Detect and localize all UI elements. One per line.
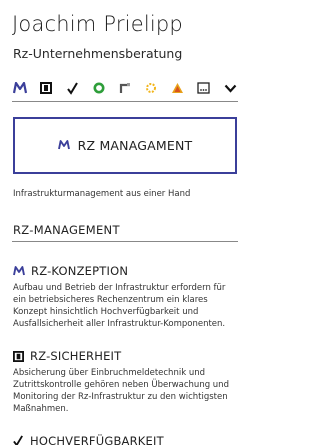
- check-icon: [13, 435, 24, 445]
- item-title: RZ-SICHERHEIT: [30, 349, 122, 363]
- tagline: Infrastrukturmanagement aus einer Hand: [13, 189, 191, 199]
- list-item: RZ-KONZEPTION Aufbau und Betrieb der Inf…: [13, 264, 241, 330]
- header-divider: [12, 101, 238, 102]
- check-icon[interactable]: [65, 80, 81, 96]
- corner-icon[interactable]: [117, 80, 133, 96]
- item-description: Absicherung über Einbruchmeldetechnik un…: [13, 368, 229, 414]
- icon-nav-bar: [12, 78, 238, 98]
- ring-icon[interactable]: [91, 80, 107, 96]
- m-logo-icon[interactable]: [12, 80, 28, 96]
- sun-icon[interactable]: [143, 80, 159, 96]
- m-logo-icon: [57, 137, 70, 155]
- list-item: RZ-SICHERHEIT Absicherung über Einbruchm…: [13, 349, 241, 415]
- item-title: HOCHVERFÜGBARKEIT: [30, 434, 164, 445]
- site-title[interactable]: Joachim Prielipp: [12, 12, 183, 36]
- ellipsis-box-icon[interactable]: [196, 80, 212, 96]
- item-title: RZ-KONZEPTION: [31, 264, 129, 278]
- section-heading: RZ-MANAGEMENT: [13, 223, 120, 237]
- square-icon[interactable]: [38, 80, 54, 96]
- warning-triangle-icon[interactable]: [170, 80, 186, 96]
- rz-management-feature-button[interactable]: RZ MANAGAMENT: [13, 117, 237, 174]
- square-icon: [13, 350, 24, 362]
- m-logo-icon: [13, 266, 25, 276]
- chevron-down-icon[interactable]: [222, 80, 238, 96]
- item-description: Aufbau und Betrieb der Infrastruktur erf…: [13, 283, 226, 329]
- section-divider: [12, 241, 238, 242]
- site-subtitle: Rz-Unternehmensberatung: [13, 46, 183, 61]
- list-item: HOCHVERFÜGBARKEIT: [13, 434, 241, 445]
- feature-label: RZ MANAGAMENT: [77, 138, 193, 153]
